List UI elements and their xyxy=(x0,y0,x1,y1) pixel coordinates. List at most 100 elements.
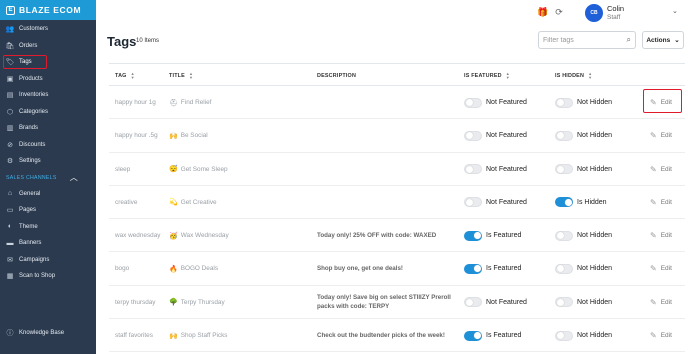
hidden-toggle[interactable] xyxy=(555,230,573,241)
hidden-toggle[interactable] xyxy=(555,130,573,141)
tag-name: happy hour 1g xyxy=(115,99,156,106)
edit-button[interactable]: ✎ Edit xyxy=(650,165,672,174)
edit-icon: ✎ xyxy=(650,197,657,207)
tag-title: Shop Staff Picks xyxy=(180,332,228,340)
pages-icon: ▭ xyxy=(6,207,14,215)
column-header-is-featured[interactable]: IS FEATURED ▲ ▼ xyxy=(464,64,510,87)
sidebar-item-banners[interactable]: ▬ Banners xyxy=(0,235,96,252)
sidebar-item-tags[interactable]: 🏷 Tags xyxy=(0,54,96,71)
brand-logo[interactable]: E BLAZE ECOM xyxy=(0,0,96,20)
sidebar-item-campaigns[interactable]: ✉ Campaigns xyxy=(0,252,96,269)
edit-button[interactable]: ✎ Edit xyxy=(650,231,672,240)
hidden-cell: Not Hidden xyxy=(555,286,612,319)
sidebar-item-settings[interactable]: ⚙ Settings xyxy=(0,153,96,170)
description-cell: Check out the budtender picks of the wee… xyxy=(317,319,457,352)
column-header-title[interactable]: TITLE ▲ ▼ xyxy=(169,64,193,87)
refresh-icon[interactable]: ⟳ xyxy=(554,7,564,17)
hidden-toggle[interactable] xyxy=(555,164,573,175)
sidebar-item-label: Orders xyxy=(19,42,38,49)
featured-cell: Not Featured xyxy=(464,286,527,319)
tag-name: terpy thursday xyxy=(115,298,156,306)
column-header-is-hidden[interactable]: IS HIDDEN ▲ ▼ xyxy=(555,64,592,87)
table-row: creative 💫 Get Creative Not Featured Is Hidd… xyxy=(109,186,685,220)
user-name[interactable]: Colin xyxy=(607,4,624,13)
sidebar-item-label: Banners xyxy=(19,240,42,247)
brands-icon: ▥ xyxy=(6,125,14,133)
sidebar-item-customers[interactable]: 👥 Customers xyxy=(0,21,96,38)
hidden-toggle[interactable] xyxy=(555,297,573,308)
sidebar-item-discounts[interactable]: ⊘ Discounts xyxy=(0,137,96,154)
sort-icon[interactable]: ▲ ▼ xyxy=(189,72,193,79)
hidden-toggle[interactable] xyxy=(555,263,573,274)
edit-button[interactable]: ✎ Edit xyxy=(650,198,672,207)
user-role: Staff xyxy=(607,14,621,21)
edit-button[interactable]: ✎ Edit xyxy=(650,264,672,273)
item-count: 10 Items xyxy=(136,38,160,44)
featured-label: Not Featured xyxy=(486,165,527,173)
edit-label: Edit xyxy=(660,132,672,140)
filter-tags-input[interactable] xyxy=(543,32,621,48)
filter-box: ⌕ xyxy=(538,31,636,49)
hidden-label: Not Hidden xyxy=(577,132,613,140)
hidden-cell: Not Hidden xyxy=(555,119,612,152)
hidden-toggle[interactable] xyxy=(555,197,573,208)
hidden-toggle[interactable] xyxy=(555,97,573,108)
sidebar-item-label: Inventories xyxy=(19,92,49,99)
featured-toggle[interactable] xyxy=(464,297,482,308)
actions-button[interactable]: Actions ⌄ xyxy=(642,31,684,49)
tag-description: Today only! Save big on select STIIIZY P… xyxy=(317,294,451,311)
tag-title: Get Some Sleep xyxy=(180,165,228,173)
featured-toggle[interactable] xyxy=(464,230,482,241)
tag-title: Find Relief xyxy=(180,99,212,106)
sidebar-item-knowledge-base[interactable]: ⓘ Knowledge Base xyxy=(0,325,65,342)
tag-title: Wax Wednesday xyxy=(180,232,229,240)
edit-icon: ✎ xyxy=(650,264,657,274)
hidden-label: Is Hidden xyxy=(577,198,607,206)
sidebar-item-pages[interactable]: ▭ Pages xyxy=(0,202,96,219)
sidebar-item-brands[interactable]: ▥ Brands xyxy=(0,120,96,137)
orders-icon: 🛍 xyxy=(5,42,15,50)
edit-label: Edit xyxy=(660,165,672,173)
sidebar-item-general[interactable]: ⌂ General xyxy=(0,186,96,203)
featured-toggle[interactable] xyxy=(464,263,482,274)
sidebar-item-products[interactable]: ▣ Products xyxy=(0,71,96,88)
sidebar-item-theme[interactable]: ◐ Theme xyxy=(0,219,96,236)
sidebar-item-label: Knowledge Base xyxy=(19,330,65,337)
avatar[interactable]: CB xyxy=(585,4,603,22)
chevron-down-icon[interactable]: ⌄ xyxy=(672,7,678,15)
sidebar-item-label: General xyxy=(19,190,41,197)
featured-toggle[interactable] xyxy=(464,197,482,208)
page-title: Tags xyxy=(107,34,137,49)
edit-button[interactable]: ✎ Edit xyxy=(650,298,672,307)
edit-label: Edit xyxy=(660,232,672,240)
general-icon: ⌂ xyxy=(7,190,13,198)
sort-icon[interactable]: ▲ ▼ xyxy=(506,72,510,79)
featured-toggle[interactable] xyxy=(464,330,482,341)
edit-cell: ✎ Edit xyxy=(650,319,672,352)
featured-cell: Not Featured xyxy=(464,153,527,186)
sidebar-item-categories[interactable]: ⬡ Categories xyxy=(0,104,96,121)
tag-emoji: 🙌 xyxy=(169,132,178,140)
sales-channels-section[interactable]: SALES CHANNELS ︿ xyxy=(0,170,96,186)
chevron-up-icon[interactable]: ︿ xyxy=(70,172,78,183)
edit-label: Edit xyxy=(660,265,672,273)
edit-button[interactable]: ✎ Edit xyxy=(650,131,672,140)
search-icon[interactable]: ⌕ xyxy=(627,35,631,45)
theme-icon: ◐ xyxy=(7,223,13,231)
featured-label: Is Featured xyxy=(486,232,522,240)
sidebar-item-inventories[interactable]: ▤ Inventories xyxy=(0,87,96,104)
column-header-tag[interactable]: TAG ▲ ▼ xyxy=(115,64,135,87)
featured-toggle[interactable] xyxy=(464,164,482,175)
edit-label: Edit xyxy=(660,298,672,306)
sort-icon[interactable]: ▲ ▼ xyxy=(588,72,592,79)
featured-toggle[interactable] xyxy=(464,97,482,108)
gift-icon[interactable]: 🎁 xyxy=(537,7,548,17)
featured-toggle[interactable] xyxy=(464,130,482,141)
hidden-toggle[interactable] xyxy=(555,330,573,341)
edit-button[interactable]: ✎ Edit xyxy=(650,331,672,340)
title-cell: 🥳 Wax Wednesday xyxy=(169,219,229,252)
sidebar-item-orders[interactable]: 🛍 Orders xyxy=(0,38,96,55)
table-row: sleep 😴 Get Some Sleep Not Featured Not Hidd… xyxy=(109,153,685,186)
sidebar-item-scan-to-shop[interactable]: ▦ Scan to Shop xyxy=(0,268,96,285)
sort-icon[interactable]: ▲ ▼ xyxy=(131,72,135,79)
